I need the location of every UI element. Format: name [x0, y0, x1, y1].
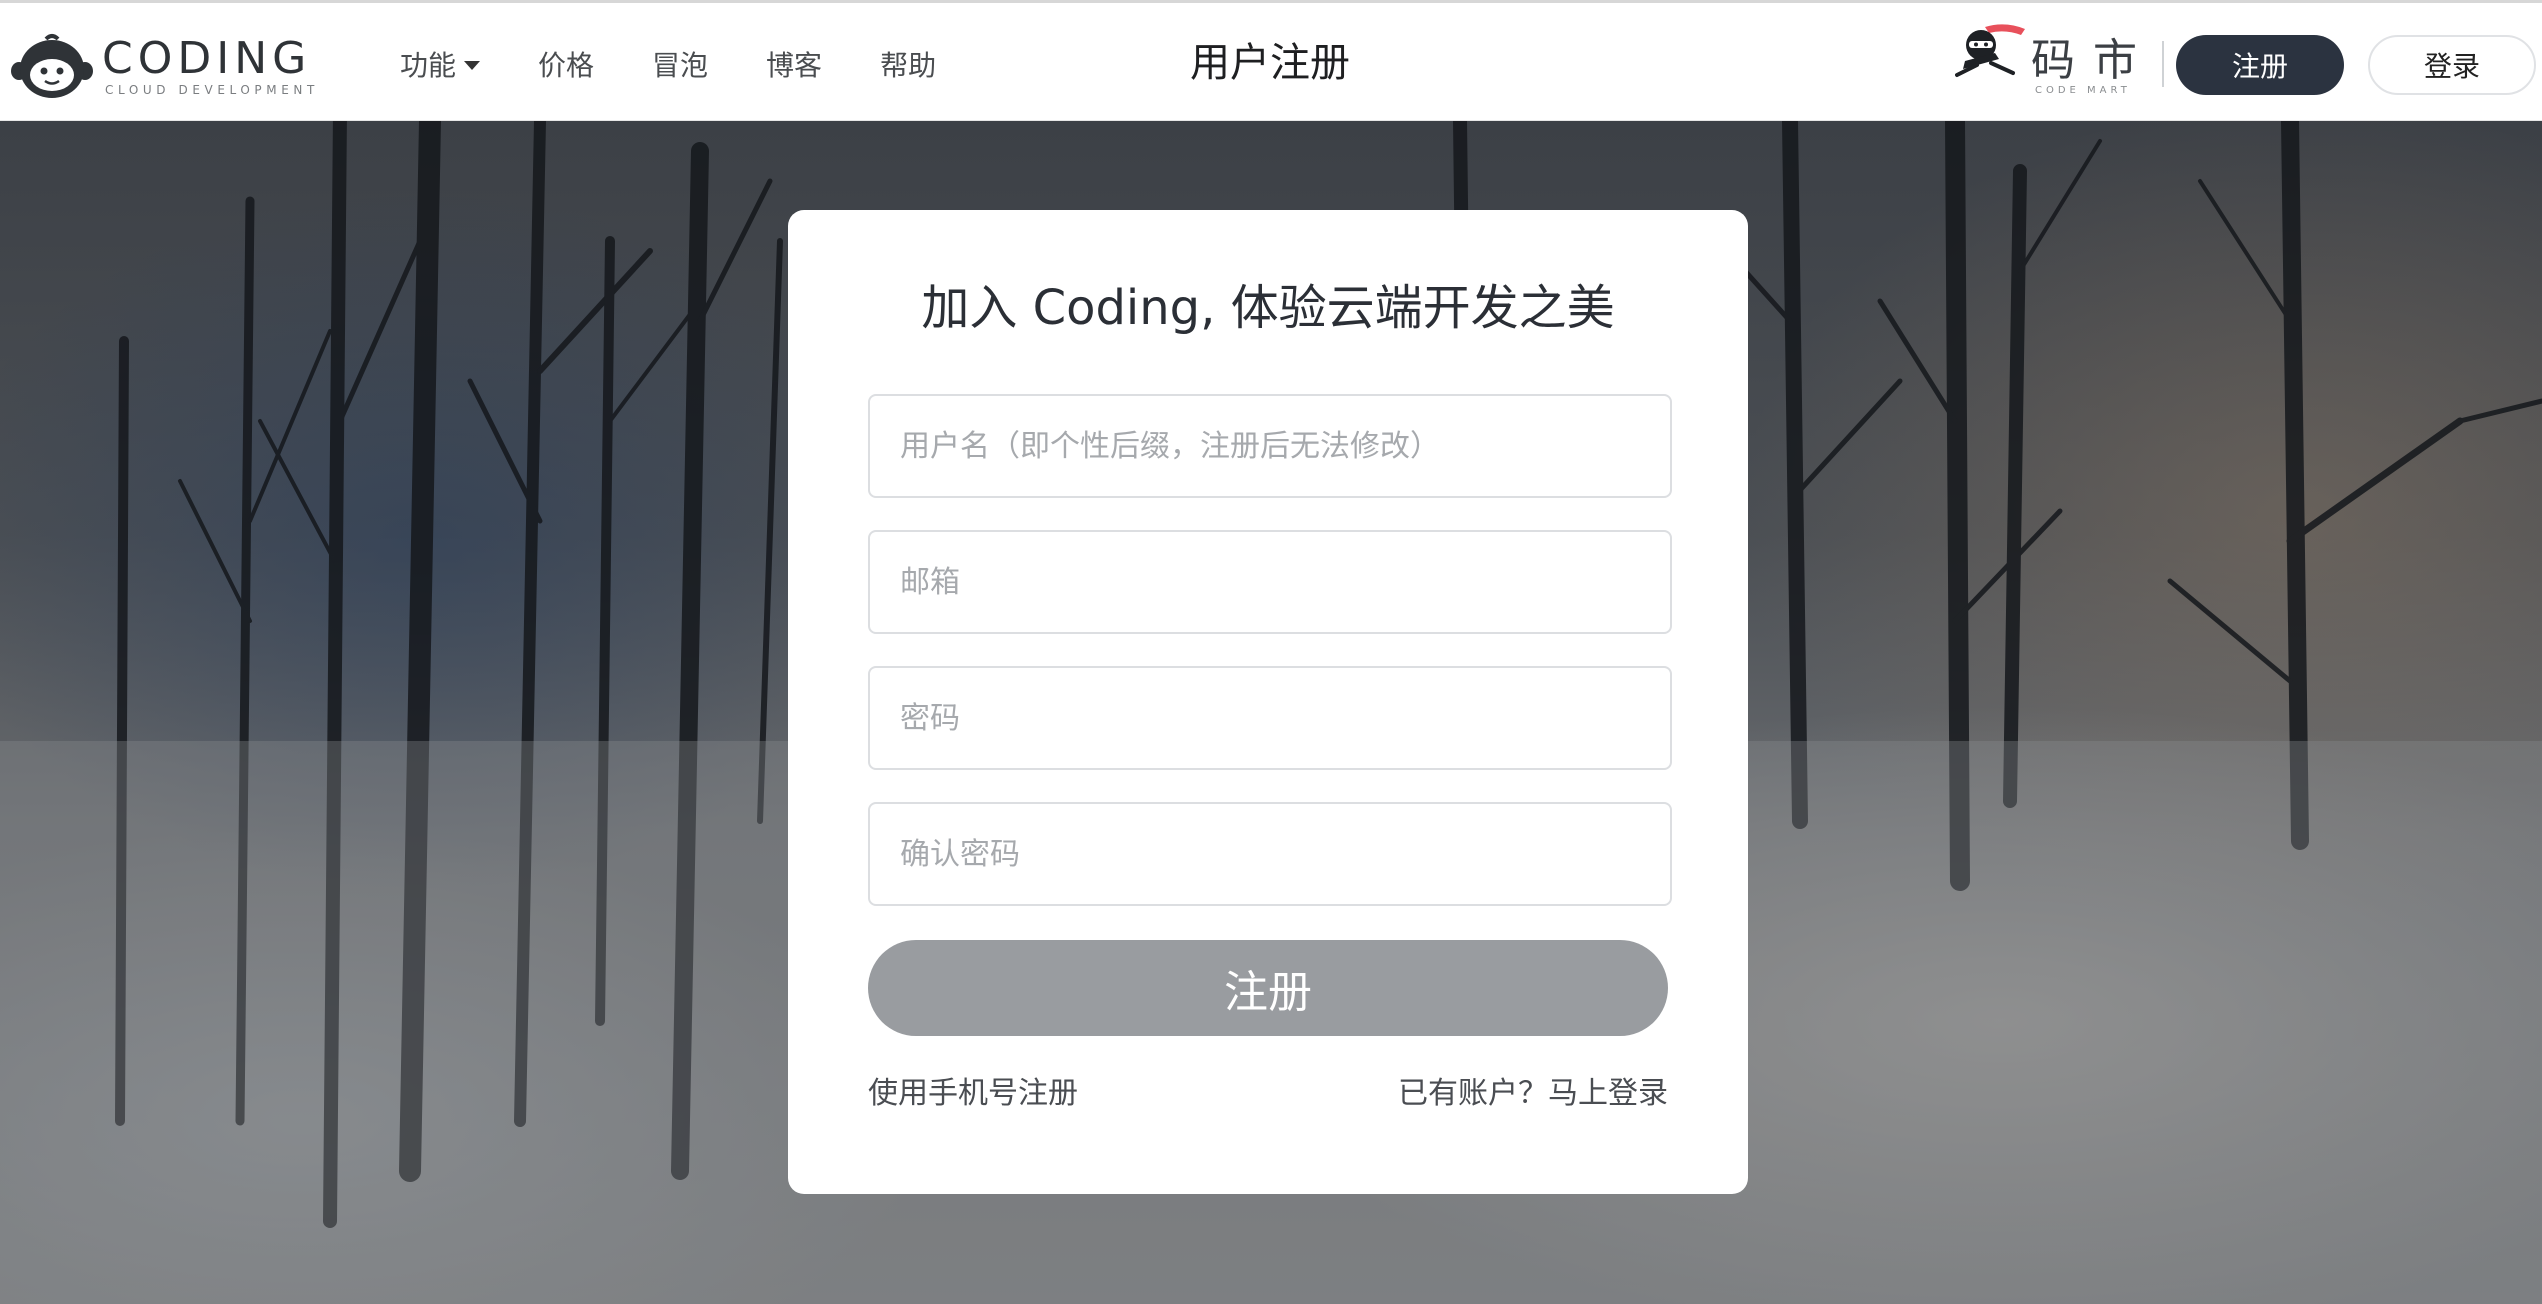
- registration-title: 加入 Coding, 体验云端开发之美: [921, 280, 1615, 336]
- code-mart-name: 码市: [2031, 35, 2155, 86]
- nav-item-label: 博客: [766, 48, 823, 82]
- nav-item-label: 帮助: [880, 48, 937, 82]
- nav-item-bubble[interactable]: 冒泡: [652, 44, 708, 84]
- logo-wordmark: CODING: [102, 33, 312, 84]
- registration-card: 加入 Coding, 体验云端开发之美 注册 使用手机号注册 已有账户？马上登录: [788, 210, 1748, 1194]
- main-nav: 功能 价格 冒泡 博客 帮助: [400, 3, 994, 124]
- ninja-logo-icon: [1955, 24, 2025, 77]
- submit-register-button[interactable]: 注册: [868, 940, 1668, 1036]
- nav-item-blog[interactable]: 博客: [766, 44, 822, 84]
- email-input[interactable]: [868, 530, 1672, 634]
- nav-item-help[interactable]: 帮助: [880, 44, 936, 84]
- password-input[interactable]: [868, 666, 1672, 770]
- logo-tagline: CLOUD DEVELOPMENT: [105, 83, 319, 97]
- nav-item-label: 功能: [400, 48, 457, 82]
- top-navigation-bar: CODING CLOUD DEVELOPMENT 功能 价格 冒泡 博客 帮助 …: [0, 0, 2542, 121]
- code-mart-logo-link[interactable]: 码市 CODE MART: [1955, 19, 2137, 99]
- code-mart-tagline: CODE MART: [2035, 85, 2131, 96]
- register-button[interactable]: 注册: [2176, 35, 2344, 95]
- nav-item-label: 冒泡: [652, 48, 709, 82]
- login-link[interactable]: 已有账户？马上登录: [1398, 1068, 1668, 1112]
- phone-register-link[interactable]: 使用手机号注册: [868, 1068, 1078, 1112]
- login-button[interactable]: 登录: [2368, 35, 2536, 95]
- username-input[interactable]: [868, 394, 1672, 498]
- monkey-logo-icon: [11, 34, 93, 98]
- nav-item-features[interactable]: 功能: [400, 44, 481, 84]
- confirm-password-input[interactable]: [868, 802, 1672, 906]
- page-title: 用户注册: [1190, 40, 1350, 86]
- coding-logo-link[interactable]: CODING CLOUD DEVELOPMENT: [10, 33, 314, 99]
- caret-down-icon: [464, 61, 481, 70]
- nav-item-pricing[interactable]: 价格: [538, 44, 594, 84]
- nav-item-label: 价格: [538, 48, 595, 82]
- header-divider: [2162, 41, 2164, 87]
